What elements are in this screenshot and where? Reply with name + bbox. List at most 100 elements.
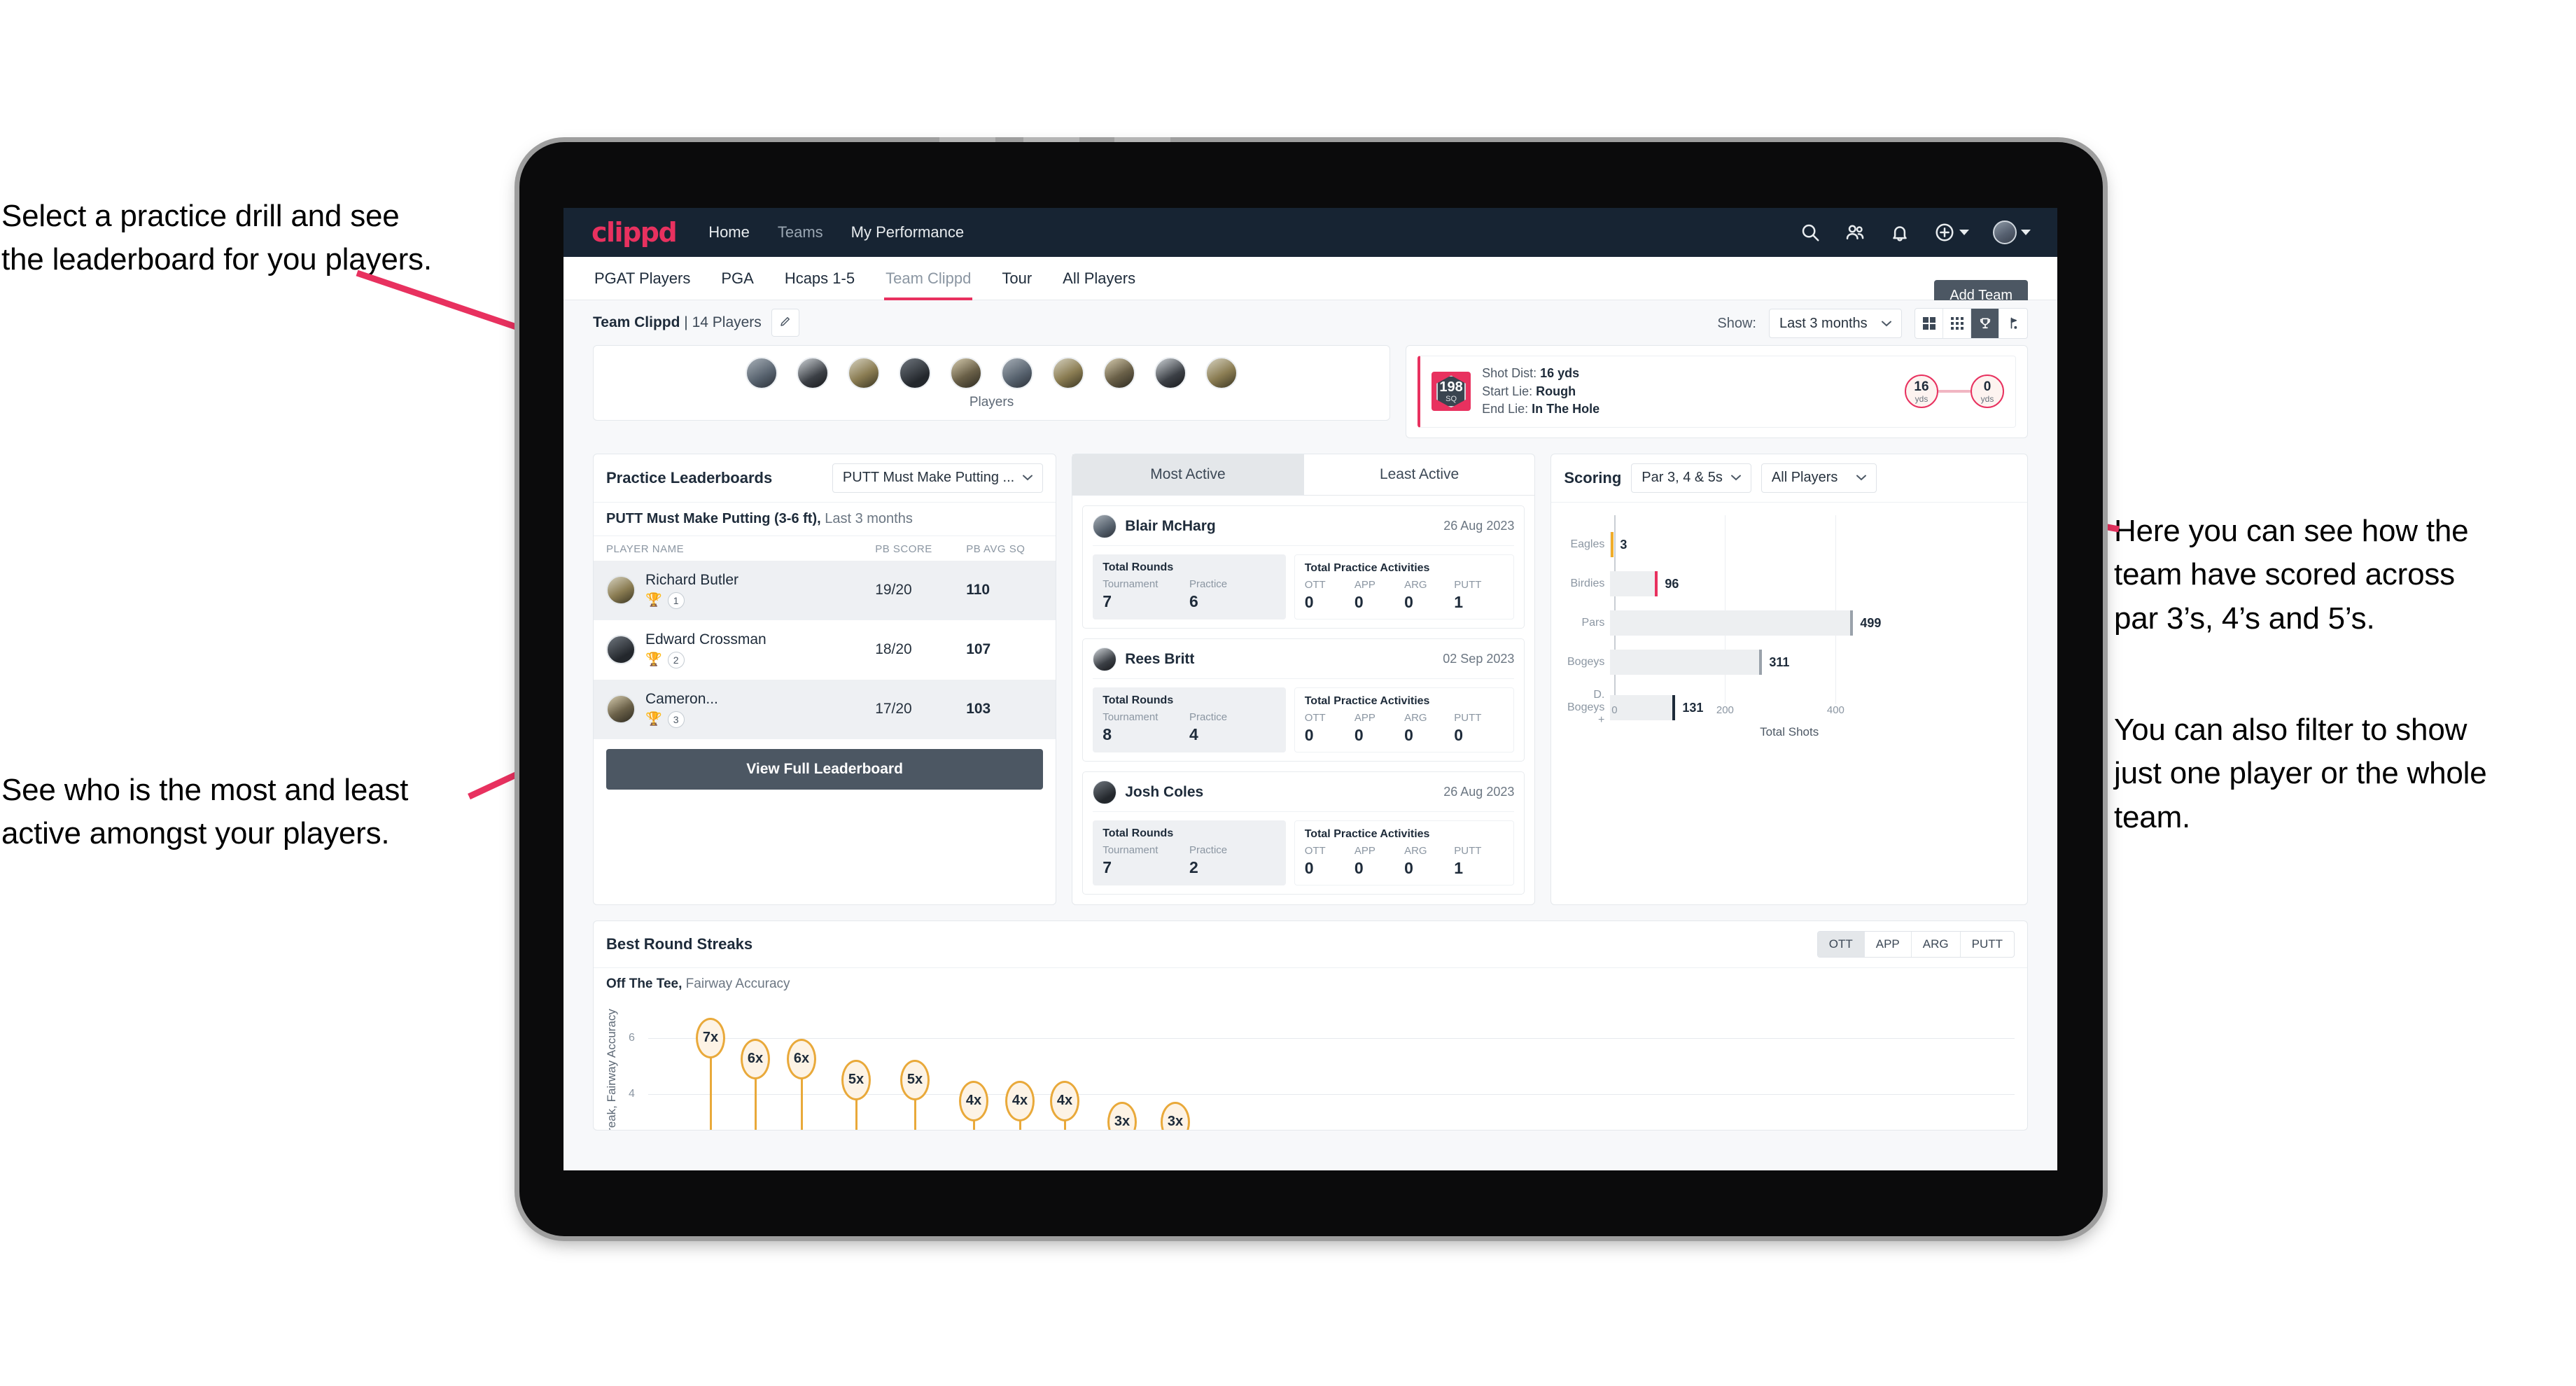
streak-bubble[interactable]: 3x xyxy=(1107,1101,1137,1130)
date-range-select[interactable]: Last 3 months xyxy=(1769,309,1902,338)
player-avatar[interactable] xyxy=(1052,357,1085,389)
streaks-subtitle: Off The Tee, Fairway Accuracy xyxy=(594,968,2027,992)
list-item[interactable]: Josh Coles 26 Aug 2023 Total Rounds Tour… xyxy=(1082,771,1525,895)
tab-team-clippd[interactable]: Team Clippd xyxy=(884,257,973,300)
streak-bubble[interactable]: 5x xyxy=(841,1059,871,1100)
player-avatar[interactable] xyxy=(1154,357,1187,389)
tab-least-active[interactable]: Least Active xyxy=(1304,454,1535,495)
table-row[interactable]: Edward Crossman 🏆 2 18/20 107 xyxy=(594,620,1056,680)
grid-large-icon[interactable] xyxy=(1915,309,1943,338)
bell-icon[interactable] xyxy=(1889,222,1910,243)
rounds-columns: Tournament 8 Practice 4 xyxy=(1102,711,1276,744)
table-row[interactable]: Cameron... 🏆 3 17/20 103 xyxy=(594,679,1056,739)
list-item[interactable]: Blair McHarg 26 Aug 2023 Total Rounds To… xyxy=(1082,505,1525,629)
total-rounds-label: Total Rounds xyxy=(1102,561,1174,573)
player-name: Blair McHarg xyxy=(1125,517,1216,534)
player-avatar[interactable] xyxy=(1205,357,1238,389)
streak-bubble[interactable]: 3x xyxy=(1161,1101,1190,1130)
nav-link-my-performance[interactable]: My Performance xyxy=(851,223,964,241)
streak-bubble[interactable]: 4x xyxy=(1005,1080,1035,1121)
arg-stat: ARG 0 xyxy=(1404,845,1454,878)
people-icon[interactable] xyxy=(1844,222,1865,243)
player-name: Cameron... xyxy=(645,690,718,707)
tab-tour[interactable]: Tour xyxy=(1000,257,1033,300)
player-avatar[interactable] xyxy=(950,357,983,389)
player-avatar[interactable] xyxy=(1001,357,1034,389)
player-avatar[interactable] xyxy=(1103,357,1136,389)
tab-all-players[interactable]: All Players xyxy=(1061,257,1137,300)
bar-cap xyxy=(1611,531,1614,557)
trophy-icon[interactable] xyxy=(1971,309,1999,338)
list-item[interactable]: Rees Britt 02 Sep 2023 Total Rounds Tour… xyxy=(1082,638,1525,762)
annotation-line: team. xyxy=(2114,799,2191,834)
start-lie-key: Start Lie: xyxy=(1482,384,1533,398)
tab-pgat-players[interactable]: PGAT Players xyxy=(593,257,692,300)
search-icon[interactable] xyxy=(1800,222,1821,243)
stat-value: 0 xyxy=(1404,592,1413,611)
clippd-logo[interactable]: clippd xyxy=(592,217,678,248)
trophy-icon: 🏆 xyxy=(645,593,662,608)
bar-cap xyxy=(1850,610,1854,636)
chevron-down-icon xyxy=(1882,321,1891,326)
practice-activities-label: Total Practice Activities xyxy=(1304,827,1430,840)
annotation-line: team have scored across xyxy=(2114,557,2455,592)
team-separator: | xyxy=(680,314,692,330)
drill-select[interactable]: PUTT Must Make Putting ... xyxy=(832,463,1044,493)
drill-select-value: PUTT Must Make Putting ... xyxy=(842,470,1015,486)
streaks-chart: Streak, Fairway Accuracy 6 4 7x 6x 6x 5x xyxy=(605,1004,2015,1130)
player-filter-select[interactable]: All Players xyxy=(1760,463,1877,493)
pb-avg-sq: 103 xyxy=(966,701,991,718)
streak-bubble[interactable]: 6x xyxy=(741,1038,770,1079)
leaderboard-header: Practice Leaderboards PUTT Must Make Put… xyxy=(594,454,1056,503)
stat-value: 0 xyxy=(1404,858,1413,877)
stat-key: Practice xyxy=(1189,710,1228,723)
practice-columns: OTT 0 APP 0 xyxy=(1305,712,1504,745)
tab-most-active[interactable]: Most Active xyxy=(1072,454,1304,495)
players-card: Players xyxy=(593,345,1391,421)
streak-bubble[interactable]: 4x xyxy=(1050,1080,1079,1121)
streak-bubble[interactable]: 5x xyxy=(900,1059,930,1100)
player-avatar[interactable] xyxy=(797,357,830,389)
volume-button-1 xyxy=(939,137,995,142)
tab-ott[interactable]: OTT xyxy=(1817,931,1865,957)
stat-value: 0 xyxy=(1304,725,1314,744)
putt-stat: PUTT 1 xyxy=(1454,579,1504,612)
nav-link-home[interactable]: Home xyxy=(708,223,750,241)
tab-pga[interactable]: PGA xyxy=(720,257,755,300)
add-menu-button[interactable] xyxy=(1934,222,1969,243)
activity-player-row: Blair McHarg 26 Aug 2023 xyxy=(1093,514,1515,546)
player-avatar[interactable] xyxy=(848,357,881,389)
streak-bubble[interactable]: 4x xyxy=(959,1080,988,1121)
edit-team-button[interactable] xyxy=(771,309,799,337)
rounds-columns: Tournament 7 Practice 2 xyxy=(1102,844,1276,877)
stat-key: APP xyxy=(1354,711,1376,724)
player-avatar[interactable] xyxy=(746,357,778,389)
flag-icon[interactable] xyxy=(1999,309,2027,338)
stat-value: 6 xyxy=(1189,592,1198,610)
streak-bubble[interactable]: 6x xyxy=(787,1038,816,1079)
tab-hcaps-1-5[interactable]: Hcaps 1-5 xyxy=(783,257,856,300)
bar-value: 96 xyxy=(1665,576,1679,591)
par-filter-select[interactable]: Par 3, 4 & 5s xyxy=(1631,463,1751,493)
streaks-metric-name: Off The Tee, xyxy=(606,976,682,991)
tab-arg[interactable]: ARG xyxy=(1912,931,1961,957)
end-lie-value: In The Hole xyxy=(1532,402,1600,416)
player-avatar[interactable] xyxy=(899,357,932,389)
stat-key: PUTT xyxy=(1454,844,1482,857)
streak-bubble[interactable]: 7x xyxy=(696,1017,725,1058)
tab-putt[interactable]: PUTT xyxy=(1961,932,2014,957)
nav-link-teams[interactable]: Teams xyxy=(778,223,823,241)
account-menu-button[interactable] xyxy=(1993,220,2031,244)
x-tick: 400 xyxy=(1826,704,1844,716)
table-row[interactable]: Richard Butler 🏆 1 19/20 110 xyxy=(594,560,1056,620)
total-rounds-box: Total Rounds Tournament 7 Practice xyxy=(1093,554,1286,620)
view-full-leaderboard-button[interactable]: View Full Leaderboard xyxy=(606,748,1044,790)
bar-row-eagles: Eagles 3 xyxy=(1564,531,2015,557)
tab-app[interactable]: APP xyxy=(1865,931,1912,957)
grid-small-icon[interactable] xyxy=(1943,309,1971,338)
stat-value: 0 xyxy=(1304,592,1314,611)
app-stat: APP 0 xyxy=(1354,845,1404,878)
stat-key: Tournament xyxy=(1102,844,1158,856)
player-name: Richard Butler xyxy=(645,571,739,588)
shot-dist-value: 16 yds xyxy=(1540,366,1580,380)
